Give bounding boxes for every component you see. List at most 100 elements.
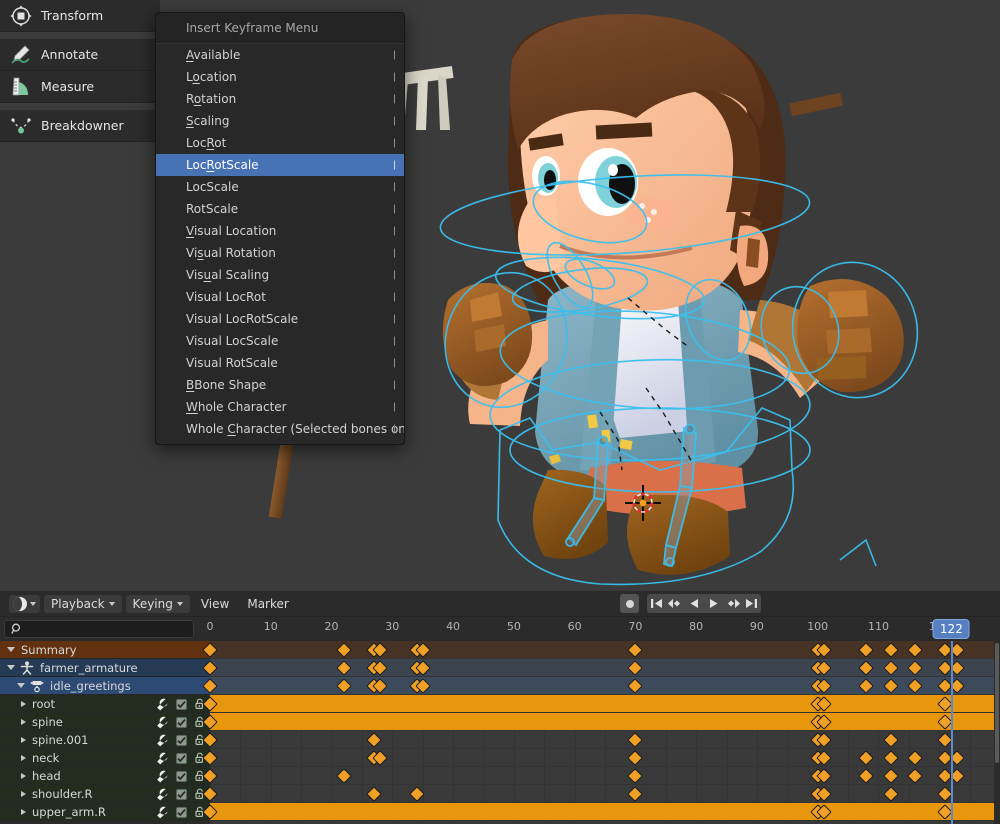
modifier-wrench-icon[interactable] [156, 806, 169, 819]
channel-row-shoulder-r[interactable]: shoulder.R [0, 785, 210, 803]
keyframe-row[interactable] [210, 767, 1000, 784]
channel-row-summary[interactable]: Summary [0, 641, 210, 659]
playback-controls[interactable] [620, 594, 761, 613]
chevron-right-icon[interactable] [21, 701, 26, 707]
playhead[interactable] [951, 641, 953, 824]
next-keyframe-button[interactable] [723, 594, 742, 613]
channel-row-spine-001[interactable]: spine.001 [0, 731, 210, 749]
chevron-right-icon[interactable] [21, 773, 26, 779]
channel-enable-checkbox[interactable] [176, 807, 187, 818]
menu-item-list[interactable]: AvailableLocationRotationScalingLocRotLo… [156, 44, 404, 440]
chevron-down-icon[interactable] [7, 665, 15, 670]
channel-row-farmer-armature[interactable]: farmer_armature [0, 659, 210, 677]
menu-item-visual-scaling[interactable]: Visual Scaling [156, 264, 404, 286]
chevron-right-icon[interactable] [21, 737, 26, 743]
channel-row-root[interactable]: root [0, 695, 210, 713]
menu-item-locscale[interactable]: LocScale [156, 176, 404, 198]
keyframe-grid[interactable] [210, 641, 1000, 824]
keyframe-row[interactable] [210, 731, 1000, 748]
channel-enable-checkbox[interactable] [176, 735, 187, 746]
menu-item-visual-locrotscale[interactable]: Visual LocRotScale [156, 308, 404, 330]
transport-group[interactable] [647, 594, 761, 613]
3d-viewport[interactable]: Transform Annotate [0, 0, 1000, 591]
insert-keyframe-menu[interactable]: Insert Keyframe Menu AvailableLocationRo… [155, 12, 405, 445]
tool-breakdowner[interactable]: Breakdowner [0, 110, 160, 142]
timeline-ruler[interactable]: 0102030405060708090100110120122 [210, 617, 1000, 641]
chevron-right-icon[interactable] [21, 719, 26, 725]
channel-row-neck[interactable]: neck [0, 749, 210, 767]
channel-row-upper-arm-r[interactable]: upper_arm.R [0, 803, 210, 821]
keyframe-row[interactable] [210, 659, 1000, 676]
chevron-down-icon[interactable] [7, 647, 15, 652]
modifier-wrench-icon[interactable] [156, 716, 169, 729]
modifier-wrench-icon[interactable] [156, 788, 169, 801]
channel-enable-checkbox[interactable] [176, 789, 187, 800]
channel-enable-checkbox[interactable] [176, 717, 187, 728]
keyframe-row[interactable] [210, 713, 1000, 730]
play-button[interactable] [704, 594, 723, 613]
menu-item-whole-character-selected-bones-only[interactable]: Whole Character (Selected bones only) [156, 418, 404, 440]
channel-toggles[interactable] [156, 785, 206, 803]
channel-row-idle-greetings[interactable]: idle_greetings [0, 677, 210, 695]
channel-toggles[interactable] [156, 767, 206, 785]
channel-enable-checkbox[interactable] [176, 771, 187, 782]
menu-item-visual-location[interactable]: Visual Location [156, 220, 404, 242]
menu-marker[interactable]: Marker [240, 595, 295, 613]
channel-list[interactable]: Summaryfarmer_armatureidle_greetingsroot… [0, 641, 210, 824]
menu-keying[interactable]: Keying [126, 595, 190, 613]
keyframe-row[interactable] [210, 749, 1000, 766]
play-reverse-button[interactable] [685, 594, 704, 613]
channel-toggles[interactable] [156, 749, 206, 767]
jump-to-end-button[interactable] [742, 594, 761, 613]
prev-keyframe-button[interactable] [666, 594, 685, 613]
search-input[interactable] [27, 623, 177, 636]
chevron-right-icon[interactable] [21, 755, 26, 761]
menu-item-rotation[interactable]: Rotation [156, 88, 404, 110]
menu-item-visual-locscale[interactable]: Visual LocScale [156, 330, 404, 352]
keyframe-row[interactable] [210, 677, 1000, 694]
modifier-wrench-icon[interactable] [156, 770, 169, 783]
menu-item-bbone-shape[interactable]: BBone Shape [156, 374, 404, 396]
menu-playback[interactable]: Playback [44, 595, 122, 613]
channel-toggles[interactable] [156, 713, 206, 731]
menu-item-whole-character[interactable]: Whole Character [156, 396, 404, 418]
current-frame-indicator[interactable]: 122 [933, 619, 970, 639]
scrollbar-thumb[interactable] [995, 643, 999, 763]
tool-measure[interactable]: Measure [0, 71, 160, 103]
menu-item-rotscale[interactable]: RotScale [156, 198, 404, 220]
jump-to-start-button[interactable] [647, 594, 666, 613]
modifier-wrench-icon[interactable] [156, 752, 169, 765]
channel-enable-checkbox[interactable] [176, 699, 187, 710]
record-button[interactable] [620, 594, 639, 613]
keyframe-row[interactable] [210, 641, 1000, 658]
keyframe-row[interactable] [210, 695, 1000, 712]
modifier-wrench-icon[interactable] [156, 734, 169, 747]
search-field[interactable] [4, 620, 194, 638]
chevron-down-icon[interactable] [17, 683, 25, 688]
menu-item-visual-rotscale[interactable]: Visual RotScale [156, 352, 404, 374]
channel-row-spine[interactable]: spine [0, 713, 210, 731]
menu-item-scaling[interactable]: Scaling [156, 110, 404, 132]
chevron-right-icon[interactable] [21, 791, 26, 797]
tool-transform[interactable]: Transform [0, 0, 160, 32]
menu-view[interactable]: View [194, 595, 236, 613]
vertical-scrollbar[interactable] [994, 641, 1000, 824]
modifier-wrench-icon[interactable] [156, 698, 169, 711]
dope-sheet-editor[interactable]: Playback Keying View Marker [0, 591, 1000, 824]
keyframe-row[interactable] [210, 803, 1000, 820]
tool-annotate[interactable]: Annotate [0, 39, 160, 71]
channel-enable-checkbox[interactable] [176, 753, 187, 764]
menu-item-available[interactable]: Available [156, 44, 404, 66]
menu-item-visual-locrot[interactable]: Visual LocRot [156, 286, 404, 308]
channel-row-head[interactable]: head [0, 767, 210, 785]
dope-sheet-body[interactable]: Summaryfarmer_armatureidle_greetingsroot… [0, 641, 1000, 824]
menu-item-locrot[interactable]: LocRot [156, 132, 404, 154]
menu-item-locrotscale[interactable]: LocRotScale [156, 154, 404, 176]
channel-toggles[interactable] [156, 695, 206, 713]
menu-item-location[interactable]: Location [156, 66, 404, 88]
editor-type-button[interactable] [9, 595, 40, 613]
chevron-right-icon[interactable] [21, 809, 26, 815]
keyframe-row[interactable] [210, 785, 1000, 802]
menu-item-visual-rotation[interactable]: Visual Rotation [156, 242, 404, 264]
channel-toggles[interactable] [156, 731, 206, 749]
